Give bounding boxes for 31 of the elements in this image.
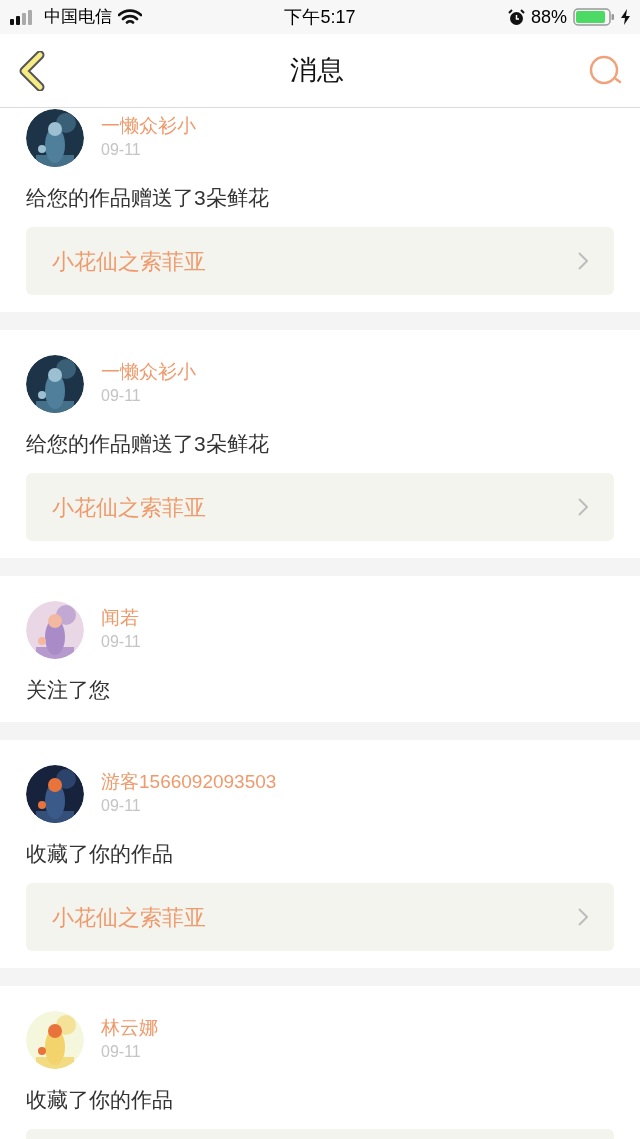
message-text: 收藏了你的作品 bbox=[25, 1087, 174, 1113]
user-name[interactable]: 林云娜 bbox=[101, 1015, 158, 1041]
message-date: 09-11 bbox=[101, 796, 142, 816]
message-text: 收藏了你的作品 bbox=[25, 841, 174, 867]
back-button[interactable] bbox=[18, 50, 46, 91]
user-name[interactable]: 一懒众衫小 bbox=[101, 113, 196, 139]
alarm-icon bbox=[507, 8, 525, 26]
message-text: 给您的作品赠送了3朵鲜花 bbox=[25, 431, 270, 457]
user-name[interactable]: 一懒众衫小 bbox=[101, 359, 196, 385]
carrier-name: 中国电信 bbox=[44, 6, 112, 29]
message-date: 09-11 bbox=[101, 632, 141, 652]
chevron-right-icon bbox=[578, 252, 588, 270]
battery-percent: 88% bbox=[530, 5, 567, 29]
work-link[interactable]: 小花仙之索菲亚 bbox=[26, 883, 614, 951]
work-link[interactable]: 小花仙之索菲亚 bbox=[26, 227, 614, 295]
message-text: 给您的作品赠送了3朵鲜花 bbox=[25, 185, 270, 211]
back-icon bbox=[18, 50, 46, 91]
user-name[interactable]: 游客1566092093503 bbox=[101, 769, 277, 795]
message-text: 关注了您 bbox=[25, 677, 111, 703]
work-link[interactable]: 小花仙之索菲亚 bbox=[26, 473, 614, 541]
chevron-right-icon bbox=[578, 908, 588, 926]
message-date: 09-11 bbox=[101, 1042, 142, 1062]
message-date: 09-11 bbox=[101, 386, 142, 406]
wifi-icon bbox=[118, 8, 142, 26]
user-name[interactable]: 闻若 bbox=[101, 605, 141, 631]
chevron-right-icon bbox=[578, 498, 588, 516]
battery-icon bbox=[573, 8, 615, 26]
status-time: 下午5:17 bbox=[284, 5, 356, 29]
page-title: 消息 bbox=[290, 54, 344, 88]
message-date: 09-11 bbox=[101, 140, 142, 160]
charging-icon bbox=[621, 9, 630, 25]
